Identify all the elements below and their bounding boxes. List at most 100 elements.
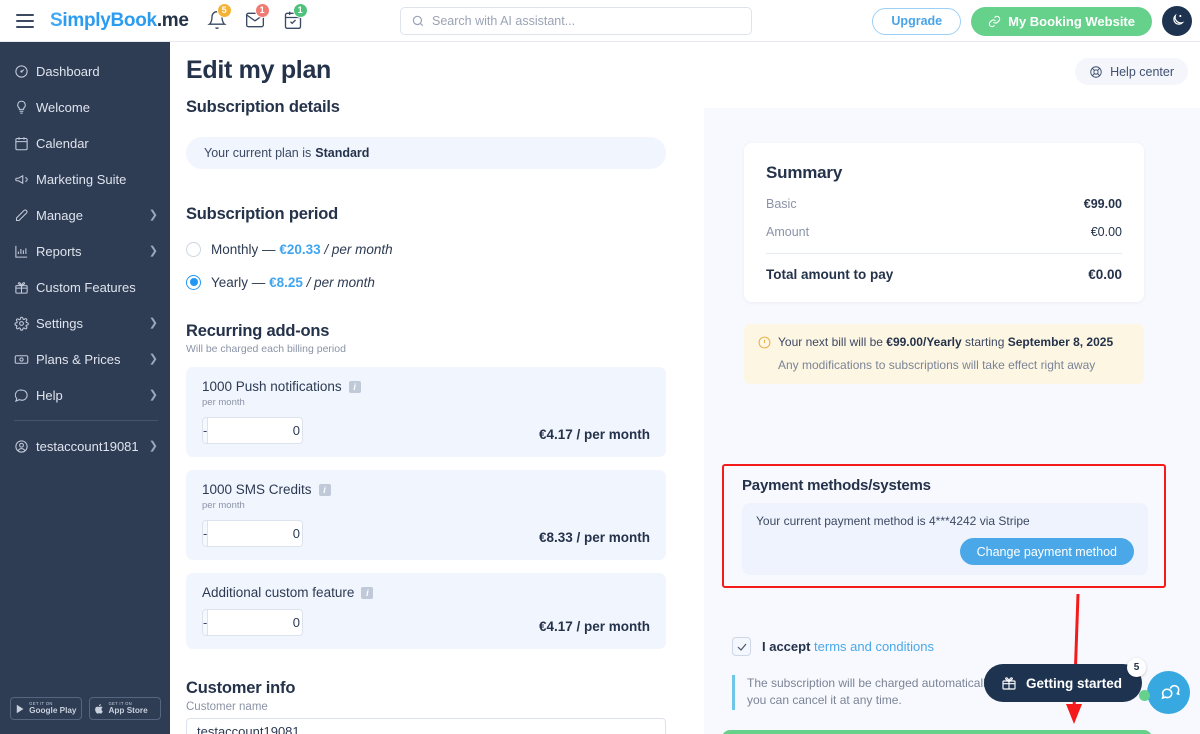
next-bill-prefix: Your next bill will be <box>778 335 887 349</box>
radio-yearly[interactable] <box>186 274 201 290</box>
customer-name-input[interactable] <box>186 718 666 734</box>
next-bill-date: September 8, 2025 <box>1007 335 1114 349</box>
info-icon[interactable]: i <box>348 380 361 393</box>
sidebar-item-reports[interactable]: Reports ❯ <box>0 236 170 267</box>
period-monthly-label: Monthly <box>211 241 259 257</box>
menu-toggle-icon[interactable] <box>16 13 34 28</box>
period-option-yearly[interactable]: Yearly — €8.25 / per month <box>186 269 666 295</box>
chat-widget-button[interactable] <box>1147 671 1190 714</box>
summary-divider <box>766 253 1122 254</box>
app-store-badge[interactable]: GET IT ON App Store <box>88 697 161 720</box>
quantity-input[interactable] <box>207 521 302 546</box>
info-icon[interactable]: i <box>361 586 374 599</box>
quantity-input[interactable] <box>207 418 302 443</box>
next-bill-line: Your next bill will be €99.00/Yearly sta… <box>758 335 1130 349</box>
notifications-badge: 5 <box>216 2 232 18</box>
addon-title-row: 1000 SMS Credits i <box>202 482 650 497</box>
sidebar-item-marketing-suite[interactable]: Marketing Suite <box>0 164 170 195</box>
google-play-badge[interactable]: GET IT ON Google Play <box>9 697 82 720</box>
sidebar-divider <box>14 420 158 421</box>
change-payment-method-button[interactable]: Change payment method <box>959 538 1134 565</box>
period-yearly-dash: — <box>251 274 266 290</box>
calendar-icon <box>14 136 36 151</box>
search-input[interactable] <box>432 14 741 28</box>
summary-total-value: €0.00 <box>1088 267 1122 282</box>
sidebar-label: Dashboard <box>36 64 100 79</box>
radio-monthly[interactable] <box>186 241 201 257</box>
sidebar-item-settings[interactable]: Settings ❯ <box>0 308 170 339</box>
sidebar: Dashboard Welcome Calendar Marketing Sui… <box>0 42 170 734</box>
pencil-icon <box>14 208 36 223</box>
sidebar-item-calendar[interactable]: Calendar <box>0 128 170 159</box>
addon-item: 1000 Push notifications i per month - + … <box>186 367 666 457</box>
sidebar-item-welcome[interactable]: Welcome <box>0 92 170 123</box>
sidebar-label: Reports <box>36 244 82 259</box>
quantity-stepper[interactable]: - + <box>202 609 303 636</box>
sidebar-label: Custom Features <box>36 280 136 295</box>
checkout-panel: Summary Basic €99.00 Amount €0.00 Total … <box>704 108 1200 734</box>
terms-and-conditions-link[interactable]: terms and conditions <box>814 639 934 654</box>
sidebar-item-plans-prices[interactable]: Plans & Prices ❯ <box>0 344 170 375</box>
customer-info-heading: Customer info <box>186 679 296 697</box>
payment-methods-section: Payment methods/systems Your current pay… <box>722 464 1166 588</box>
lightbulb-icon <box>14 100 36 115</box>
period-monthly-price: €20.33 <box>279 241 321 257</box>
sidebar-item-help[interactable]: Help ❯ <box>0 380 170 411</box>
top-bar-actions: Upgrade My Booking Website <box>872 0 1192 42</box>
period-yearly-per: / per month <box>306 274 375 290</box>
help-center-label: Help center <box>1110 64 1174 79</box>
gear-icon <box>14 316 36 331</box>
confirm-button[interactable]: Confirm <box>722 730 1152 734</box>
current-payment-method-text: Your current payment method is 4***4242 … <box>756 514 1030 528</box>
help-center-button[interactable]: Help center <box>1075 58 1188 85</box>
sidebar-label: Welcome <box>36 100 90 115</box>
sidebar-item-custom-features[interactable]: Custom Features <box>0 272 170 303</box>
my-booking-website-label: My Booking Website <box>1008 13 1135 29</box>
chat-bubbles-icon <box>1160 684 1180 699</box>
search-bar[interactable] <box>400 7 752 35</box>
megaphone-icon <box>14 172 36 187</box>
dark-mode-toggle-icon[interactable] <box>1162 6 1192 36</box>
next-bill-amount: €99.00/Yearly <box>886 335 962 349</box>
getting-started-widget[interactable]: Getting started 5 <box>983 658 1146 702</box>
quantity-stepper[interactable]: - + <box>202 520 303 547</box>
period-yearly-price: €8.25 <box>269 274 303 290</box>
bar-chart-icon <box>14 244 36 259</box>
calendar-tasks-icon[interactable]: 1 <box>283 2 308 32</box>
accept-terms-row[interactable]: I accept terms and conditions <box>732 637 934 656</box>
addon-title-row: Additional custom feature i <box>202 585 650 600</box>
chevron-right-icon: ❯ <box>148 353 158 365</box>
period-yearly-text: Yearly — €8.25 / per month <box>211 275 375 290</box>
my-booking-website-button[interactable]: My Booking Website <box>971 6 1152 36</box>
store-big-label: Google Play <box>29 706 77 715</box>
period-option-monthly[interactable]: Monthly — €20.33 / per month <box>186 236 666 262</box>
accept-terms-text: I accept terms and conditions <box>762 639 934 654</box>
addons-subheading: Will be charged each billing period <box>186 343 346 355</box>
sidebar-item-dashboard[interactable]: Dashboard <box>0 56 170 87</box>
notifications-bell-icon[interactable]: 5 <box>206 2 232 32</box>
customer-name-label: Customer name <box>186 701 268 713</box>
calendar-badge: 1 <box>292 2 308 18</box>
chevron-right-icon: ❯ <box>148 209 158 221</box>
info-icon[interactable]: i <box>318 483 331 496</box>
sidebar-label: Help <box>36 388 63 403</box>
money-icon <box>14 352 36 367</box>
quantity-stepper[interactable]: - + <box>202 417 303 444</box>
current-plan-banner: Your current plan is Standard <box>186 137 666 169</box>
sidebar-item-account[interactable]: testaccount19081 ❯ <box>0 431 170 462</box>
logo-suffix: .me <box>156 9 189 31</box>
upgrade-button[interactable]: Upgrade <box>872 7 962 35</box>
addons-heading: Recurring add-ons <box>186 322 330 340</box>
summary-key: Amount <box>766 225 810 239</box>
sidebar-item-manage[interactable]: Manage ❯ <box>0 200 170 231</box>
messages-envelope-icon[interactable]: 1 <box>245 2 270 32</box>
getting-started-badge: 5 <box>1127 658 1146 677</box>
chevron-right-icon: ❯ <box>148 245 158 257</box>
quantity-input[interactable] <box>207 610 302 635</box>
chevron-right-icon: ❯ <box>148 440 158 452</box>
logo[interactable]: SimplyBook.me <box>50 10 189 32</box>
accept-terms-checkbox[interactable] <box>732 637 751 656</box>
store-big-label: App Store <box>108 706 148 715</box>
summary-total-key: Total amount to pay <box>766 267 894 282</box>
addon-title-row: 1000 Push notifications i <box>202 379 650 394</box>
